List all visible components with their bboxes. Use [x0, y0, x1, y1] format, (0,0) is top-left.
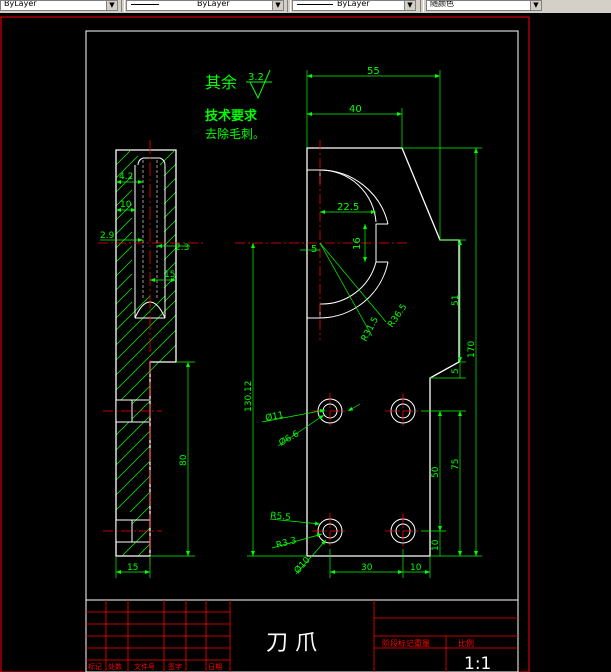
toolbar-separator — [287, 0, 291, 12]
roughness-value: 3.2 — [248, 72, 264, 83]
row-label-sign: 签字 — [168, 662, 182, 671]
side-view-dimensions — [100, 180, 195, 578]
layer-combo[interactable]: ByLayer ▼ — [0, 0, 118, 11]
lineweight-combo-value: ByLayer — [337, 0, 370, 8]
dim-30: 30 — [361, 563, 373, 573]
dim-10-right: 10 — [431, 539, 441, 551]
dim-2-3: 2.3 — [175, 243, 189, 253]
part-name: 刀 爪 — [266, 631, 317, 656]
dim-55: 55 — [367, 66, 380, 77]
dim-170: 170 — [467, 341, 477, 358]
dim-5-top: 5 — [311, 244, 317, 255]
dim-r5-5: R5.5 — [270, 511, 292, 523]
dim-phi-10: Ø10 — [292, 555, 313, 576]
front-view-dimensions — [247, 70, 482, 578]
sheet-outer-border — [0, 16, 530, 672]
linetype-swatch — [131, 4, 159, 5]
properties-toolbar: ByLayer ▼ ByLayer ▼ ByLayer ▼ 随颜色 ▼ — [0, 0, 611, 14]
side-section-view — [98, 140, 205, 566]
dim-22-5: 22.5 — [337, 202, 359, 213]
dim-10-side: 10 — [120, 200, 132, 210]
label-ratio: 比例 — [458, 638, 474, 648]
scale-value: 1:1 — [464, 654, 491, 672]
dim-r3-3: R3.3 — [275, 536, 297, 551]
dim-51: 51 — [451, 295, 461, 306]
layer-combo-value: ByLayer — [4, 0, 37, 8]
roughness-label: 其余 — [205, 73, 237, 92]
roughness-note: 其余 3.2 — [205, 69, 272, 100]
row-label-file: 文件号 — [134, 662, 155, 671]
lineweight-swatch — [297, 4, 333, 5]
chevron-down-icon[interactable]: ▼ — [272, 1, 283, 10]
dim-4-2: 4.2 — [119, 172, 133, 182]
cad-application-window: ByLayer ▼ ByLayer ▼ ByLayer ▼ 随颜色 ▼ 其余 3… — [0, 0, 611, 672]
dim-15-bottom: 15 — [127, 563, 138, 573]
toolbar-separator — [420, 0, 424, 12]
dim-40: 40 — [349, 104, 362, 115]
color-combo[interactable]: 随颜色 ▼ — [426, 0, 542, 11]
dim-75: 75 — [451, 459, 461, 470]
cad-drawing[interactable]: 其余 3.2 技术要求 去除毛刺。 4.2 10 2.9 2.3 15 80 1… — [0, 13, 611, 672]
tech-requirements-title: 技术要求 — [205, 108, 258, 124]
dim-phi-11: Ø11 — [264, 409, 284, 424]
dim-5-right: 5 — [451, 368, 461, 374]
dim-15-small: 15 — [164, 270, 175, 280]
tech-requirements-line: 去除毛刺。 — [205, 126, 265, 141]
label-stage: 阶段标记 — [382, 638, 414, 648]
row-label-mark: 标记 — [88, 662, 102, 671]
lineweight-combo[interactable]: ByLayer ▼ — [292, 0, 416, 11]
dim-2-9: 2.9 — [100, 231, 115, 241]
dim-50: 50 — [431, 466, 441, 478]
row-label-count: 处数 — [108, 662, 122, 671]
color-combo-value: 随颜色 — [430, 0, 454, 8]
linetype-combo[interactable]: ByLayer ▼ — [126, 0, 284, 11]
drawing-canvas[interactable]: 其余 3.2 技术要求 去除毛刺。 4.2 10 2.9 2.3 15 80 1… — [0, 13, 611, 672]
row-label-date: 日期 — [208, 663, 222, 671]
canvas-right-edge — [600, 13, 611, 672]
chevron-down-icon[interactable]: ▼ — [530, 1, 541, 10]
sheet-inner-frame — [85, 30, 519, 672]
linetype-combo-value: ByLayer — [197, 0, 230, 8]
dim-phi-6-6: Ø6.6 — [277, 428, 301, 448]
dim-80: 80 — [179, 454, 189, 466]
dim-130-12: 130.12 — [244, 381, 254, 413]
label-weight: 重量 — [414, 638, 430, 648]
toolbar-separator — [121, 0, 125, 12]
title-block: 刀 爪 阶段标记 重量 比例 1:1 标记 处数 文件号 签字 日期 — [85, 599, 519, 672]
chevron-down-icon[interactable]: ▼ — [106, 1, 117, 10]
dim-10-bottom: 10 — [410, 563, 422, 573]
dim-r36-5: R36.5 — [386, 302, 409, 329]
chevron-down-icon[interactable]: ▼ — [404, 1, 415, 10]
dim-16: 16 — [352, 237, 363, 250]
